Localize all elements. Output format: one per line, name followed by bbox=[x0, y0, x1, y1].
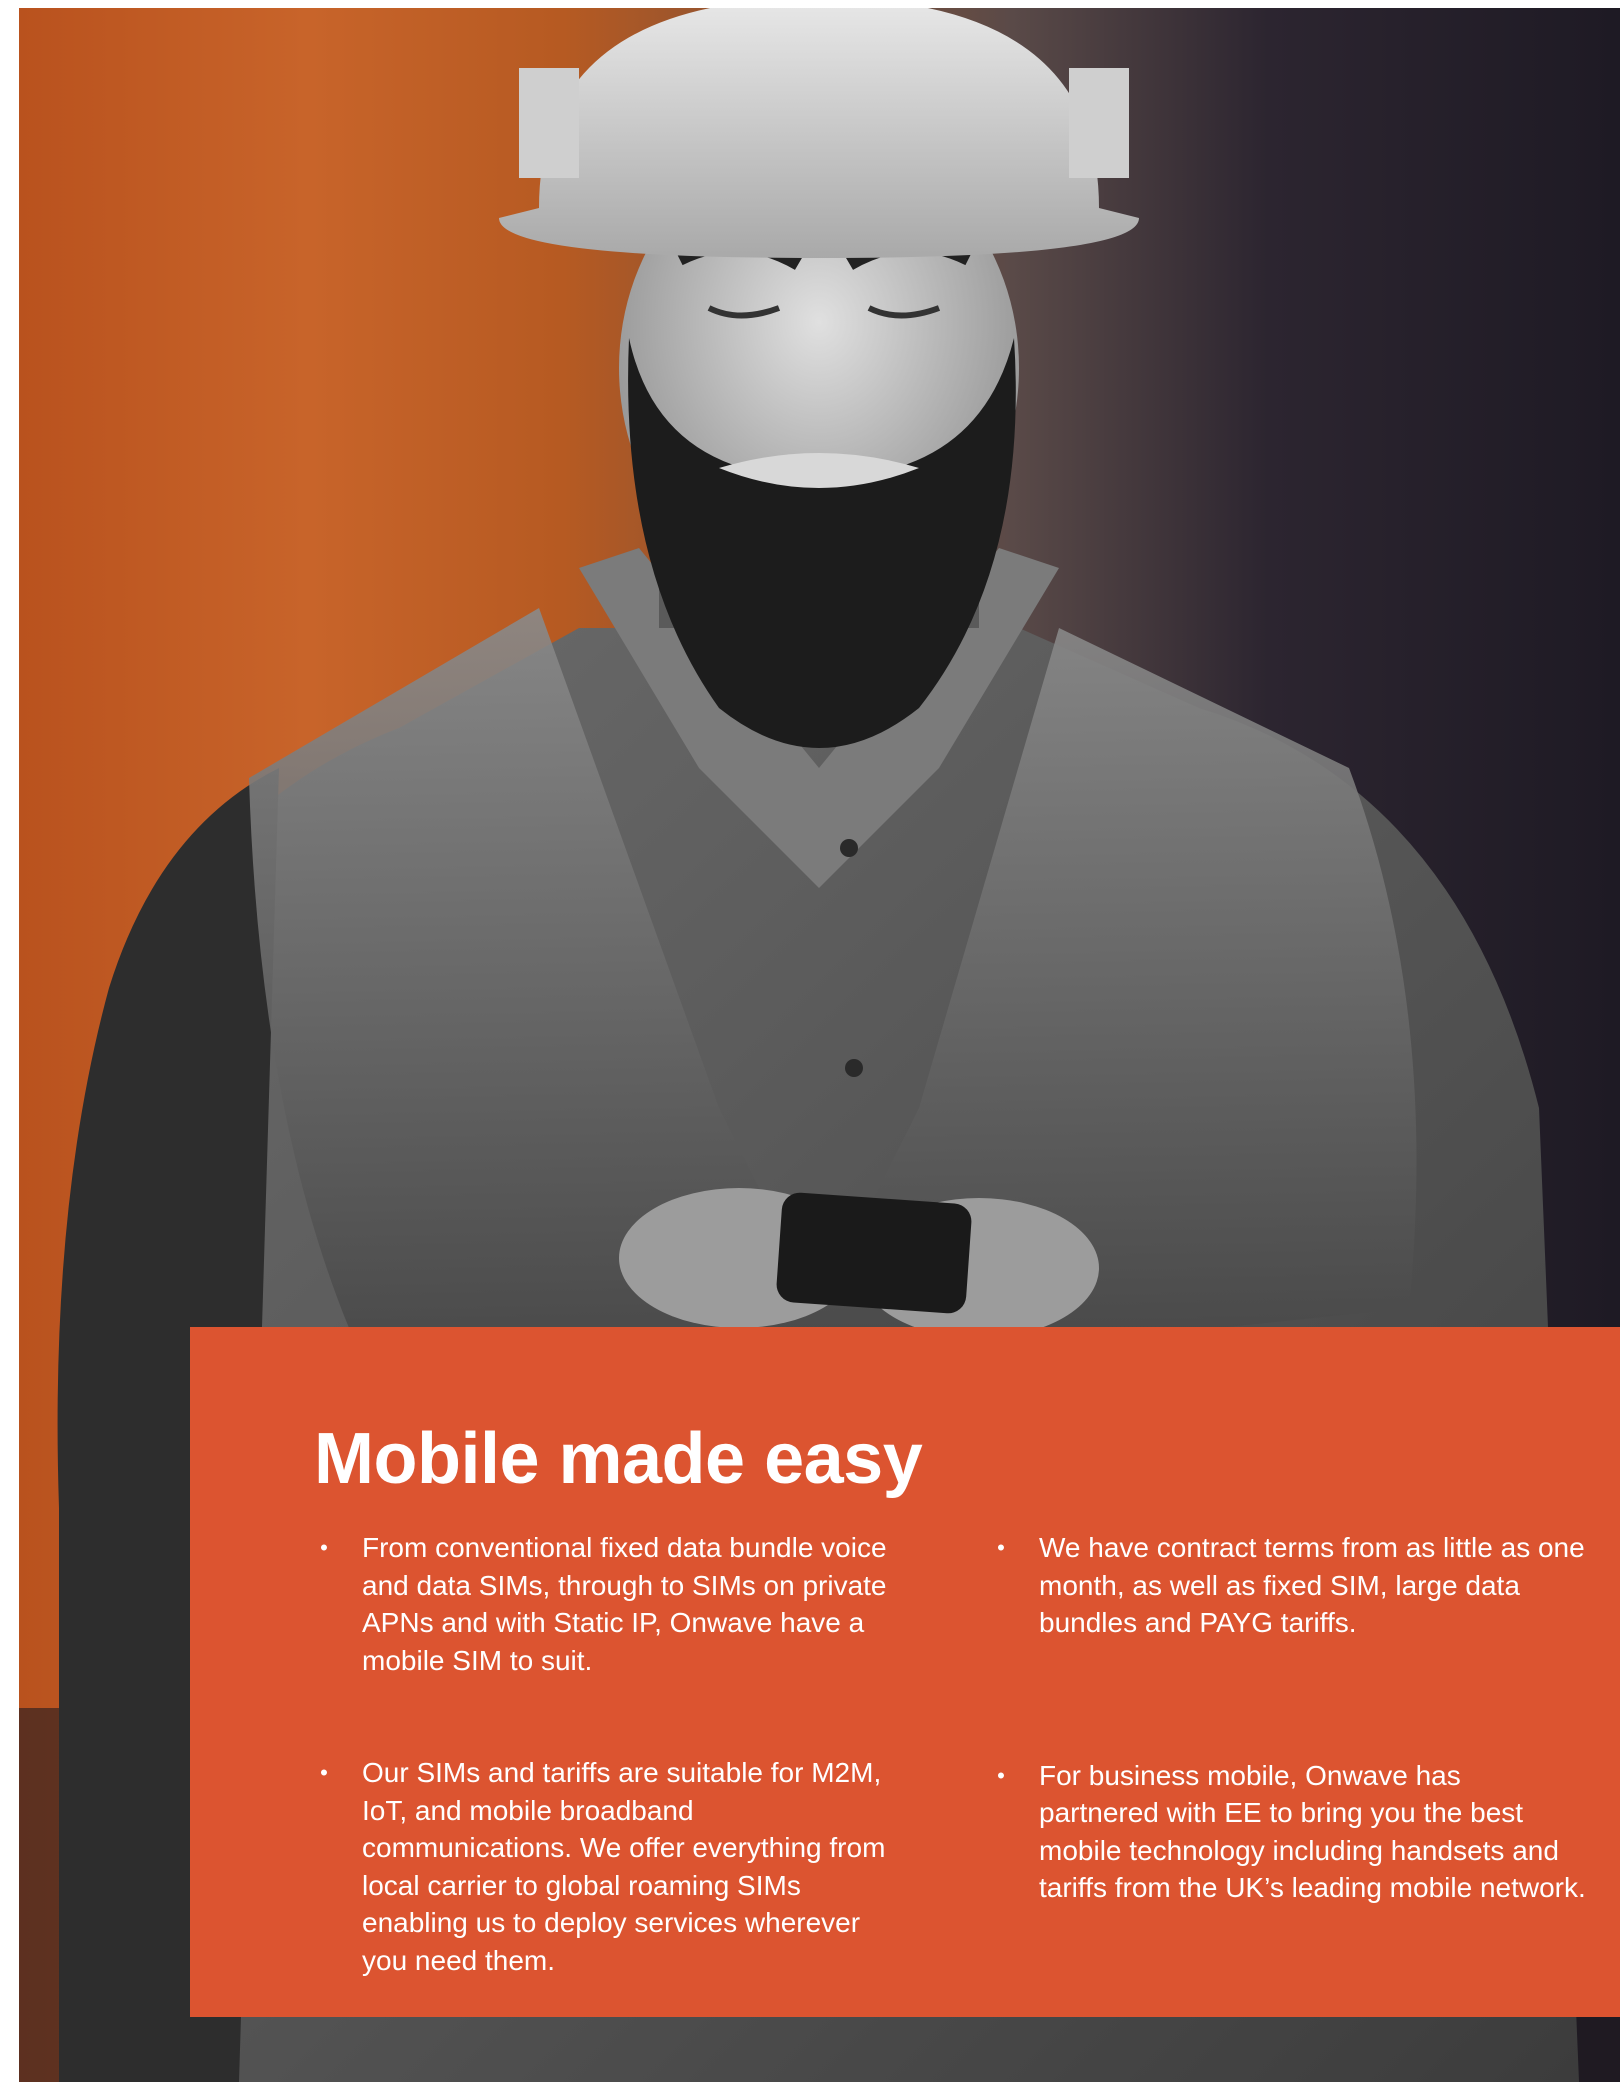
list-item-text: From conventional fixed data bundle voic… bbox=[362, 1532, 887, 1676]
left-column: • From conventional fixed data bundle vo… bbox=[314, 1529, 909, 1979]
list-item: • Our SIMs and tariffs are suitable for … bbox=[314, 1754, 909, 1979]
list-item-text: We have contract terms from as little as… bbox=[1039, 1532, 1585, 1638]
bullet-icon: • bbox=[320, 1535, 328, 1560]
list-item: • From conventional fixed data bundle vo… bbox=[314, 1529, 909, 1679]
bullet-icon: • bbox=[997, 1762, 1005, 1788]
brochure-page: Mobile made easy • From conventional fix… bbox=[0, 0, 1620, 2082]
bullet-icon: • bbox=[997, 1535, 1005, 1560]
list-item: • For business mobile, Onwave has partne… bbox=[991, 1757, 1586, 1907]
list-item-text: For business mobile, Onwave has partnere… bbox=[1039, 1759, 1586, 1904]
list-item: • We have contract terms from as little … bbox=[991, 1529, 1586, 1642]
bullet-icon: • bbox=[320, 1760, 328, 1785]
right-column: • We have contract terms from as little … bbox=[991, 1529, 1586, 1907]
page-title: Mobile made easy bbox=[314, 1419, 923, 1499]
list-item-text: Our SIMs and tariffs are suitable for M2… bbox=[362, 1757, 886, 1976]
info-panel: Mobile made easy • From conventional fix… bbox=[190, 1327, 1620, 2017]
